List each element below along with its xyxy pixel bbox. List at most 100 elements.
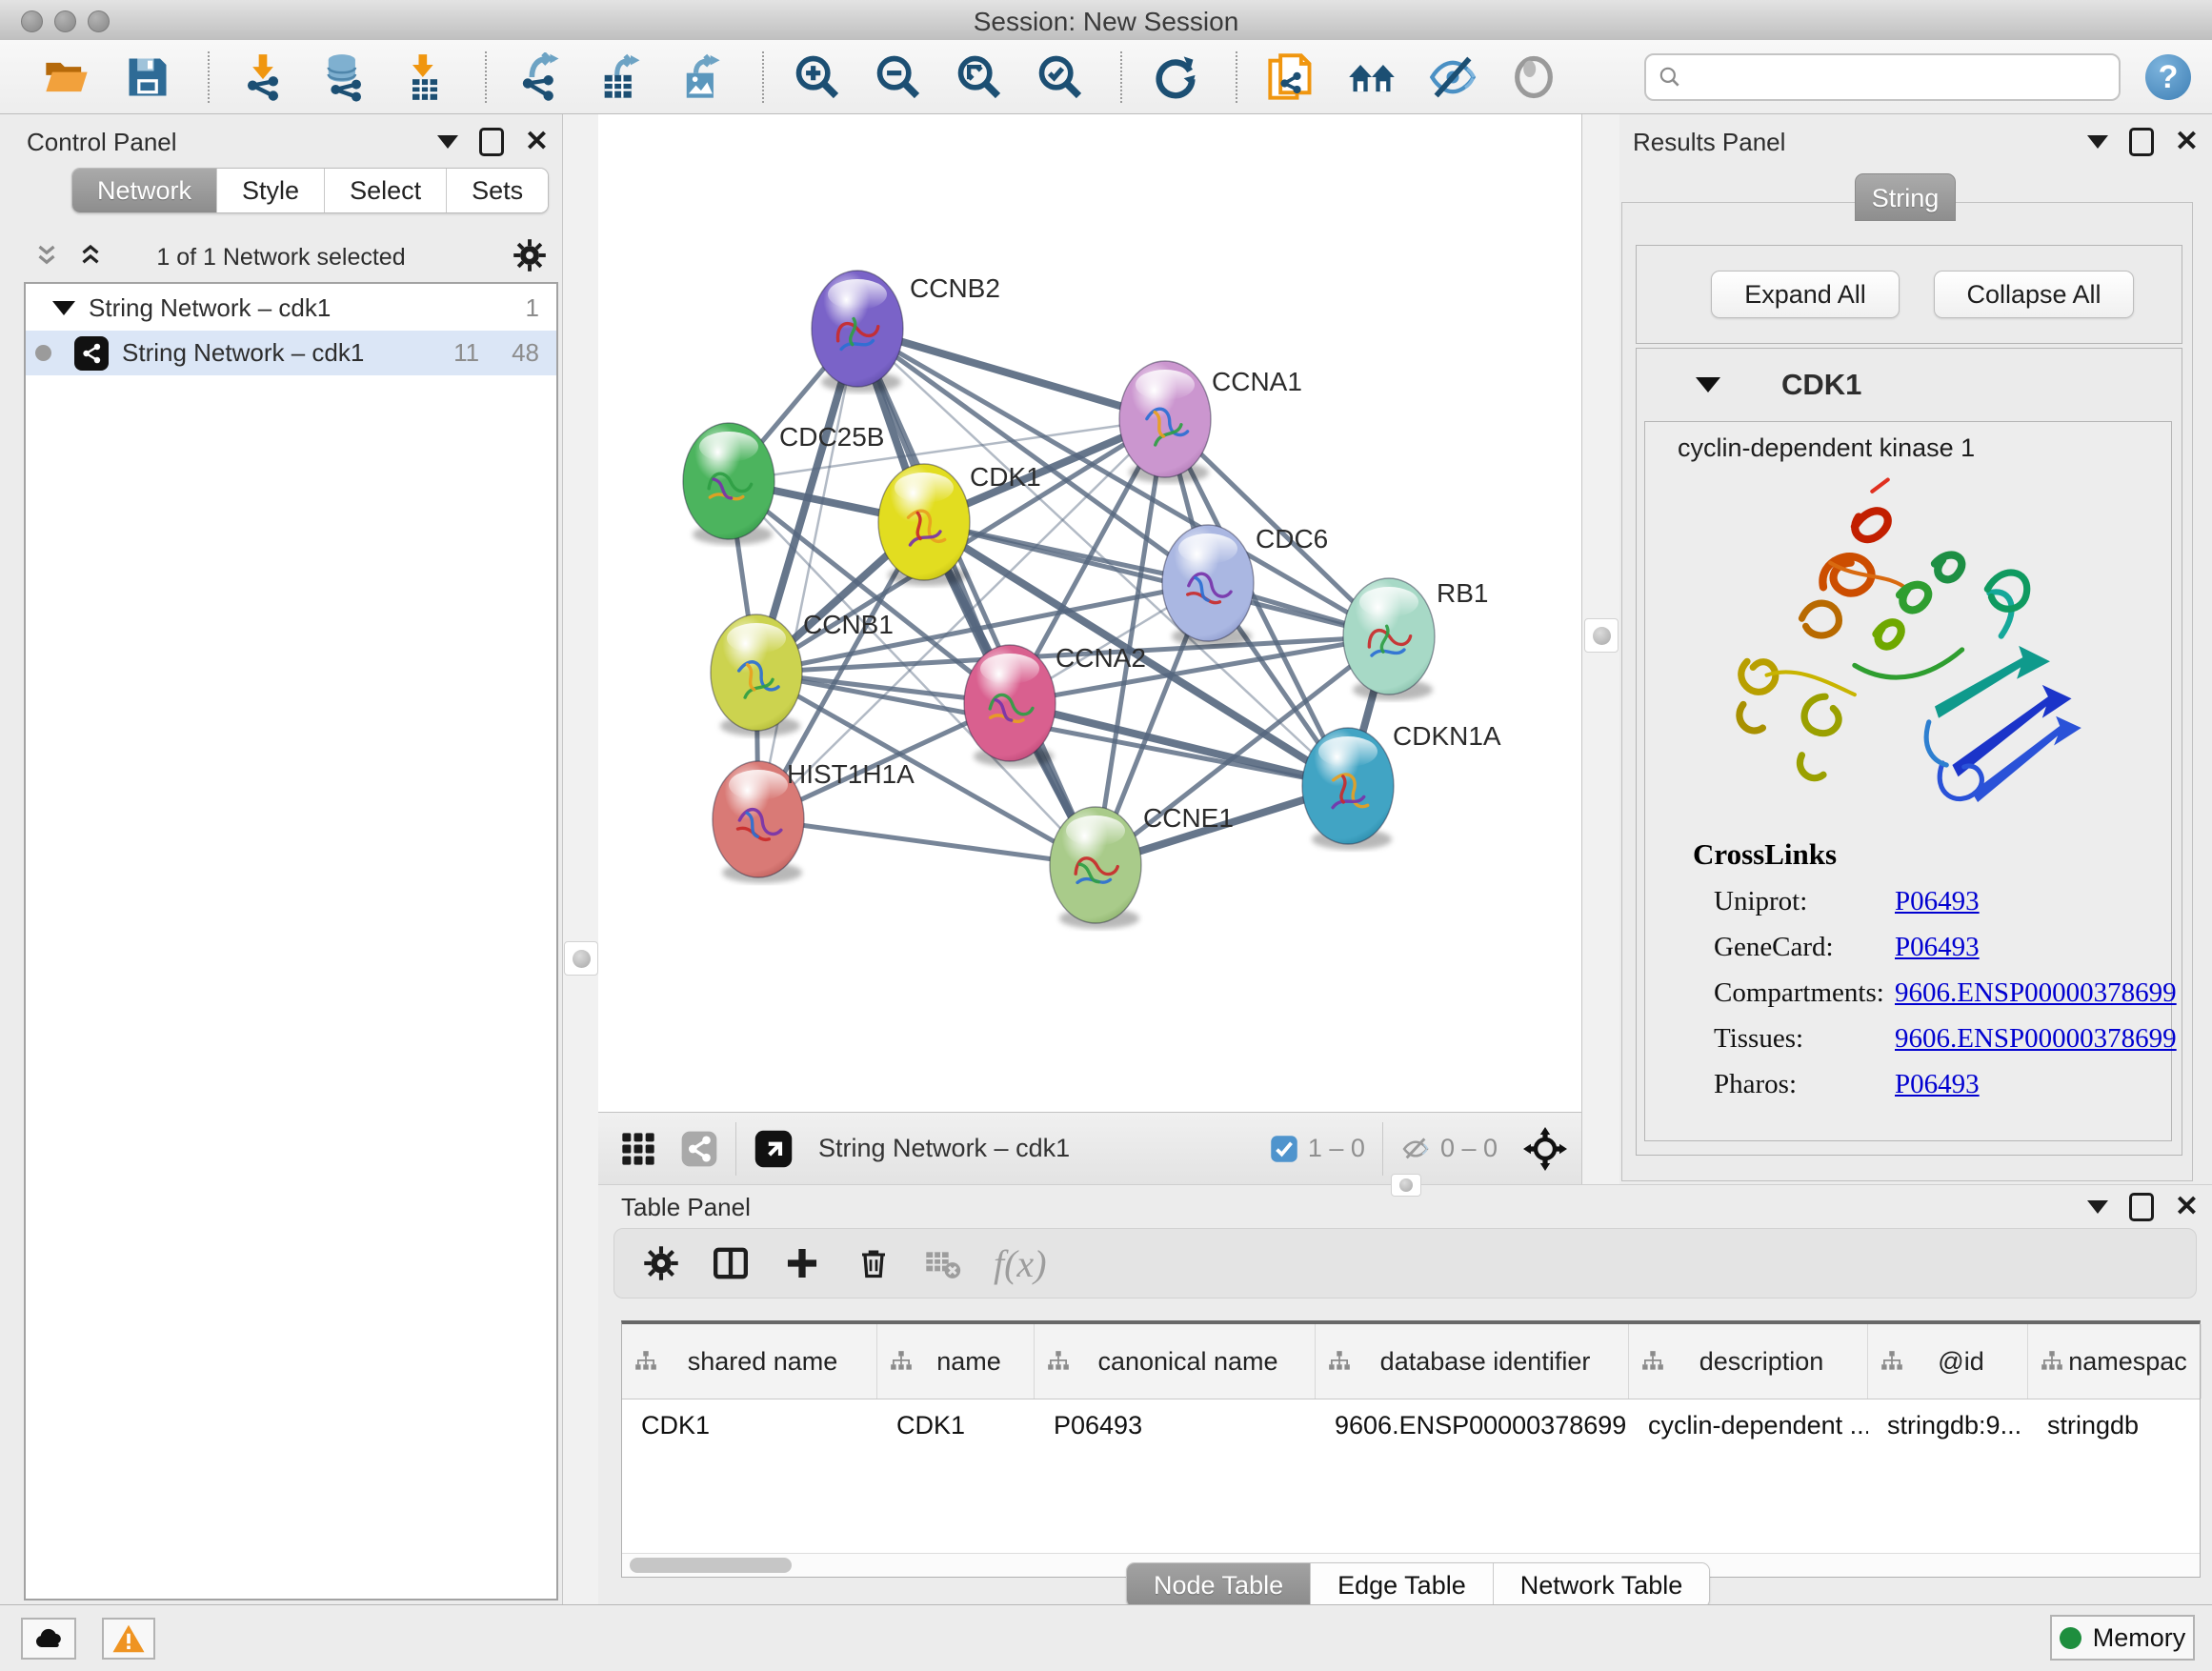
network-edge-CCNB2-HIST1H1A[interactable] <box>758 329 857 819</box>
table-cell[interactable]: CDK1 <box>877 1411 1035 1440</box>
network-node-CDKN1A[interactable] <box>1302 728 1394 850</box>
column-label: database identifier <box>1354 1347 1591 1377</box>
control-panel-float-icon[interactable] <box>479 128 504 156</box>
network-node-CCNB1[interactable] <box>711 614 802 736</box>
network-list-header: 1 of 1 Network selected <box>0 236 562 278</box>
entry-collapse-caret-icon[interactable] <box>1696 377 1720 393</box>
results-panel-close-icon[interactable]: ✕ <box>2175 131 2199 153</box>
crosslink-value-link[interactable]: P06493 <box>1895 1069 1980 1100</box>
tab-string[interactable]: String <box>1855 173 1956 221</box>
export-table-icon[interactable] <box>596 52 646 102</box>
network-node-CDC25B[interactable] <box>683 423 774 545</box>
table-splitter-handle[interactable] <box>1391 1174 1421 1197</box>
column-header-description[interactable]: description <box>1629 1324 1868 1399</box>
column-header-database-identifier[interactable]: database identifier <box>1316 1324 1629 1399</box>
network-node-CCNA1[interactable] <box>1119 361 1211 483</box>
column-header-at-id[interactable]: @id <box>1868 1324 2028 1399</box>
tab-sets[interactable]: Sets <box>447 169 548 212</box>
crosslink-value-link[interactable]: P06493 <box>1895 932 1980 963</box>
tab-node-table[interactable]: Node Table <box>1127 1563 1311 1607</box>
fit-selected-crosshair-icon[interactable] <box>1522 1126 1568 1172</box>
birds-eye-view-icon[interactable] <box>680 1130 718 1168</box>
tab-network[interactable]: Network <box>72 169 217 212</box>
control-panel-collapse-icon[interactable] <box>437 135 458 149</box>
collapse-all-button[interactable]: Collapse All <box>1934 271 2134 318</box>
hide-selected-icon[interactable] <box>1428 52 1478 102</box>
right-splitter-handle[interactable] <box>1584 618 1619 653</box>
table-options-gear-icon[interactable] <box>643 1245 679 1281</box>
network-node-CCNB2[interactable] <box>812 271 903 393</box>
table-cell[interactable]: P06493 <box>1035 1411 1316 1440</box>
open-external-icon[interactable] <box>754 1129 794 1169</box>
table-cell[interactable]: stringdb <box>2028 1411 2202 1440</box>
crosslink-value-link[interactable]: 9606.ENSP00000378699 <box>1895 977 2177 1009</box>
warnings-button[interactable] <box>102 1618 155 1660</box>
search-field[interactable] <box>1644 53 2121 101</box>
results-panel-float-icon[interactable] <box>2129 128 2154 156</box>
export-image-icon[interactable] <box>677 52 727 102</box>
expand-all-button[interactable]: Expand All <box>1711 271 1900 318</box>
network-node-CCNE1[interactable] <box>1050 807 1141 929</box>
memory-button[interactable]: Memory <box>2050 1615 2195 1661</box>
control-panel-title: Control Panel <box>27 128 177 157</box>
cloud-button[interactable] <box>21 1618 76 1660</box>
table-panel-float-icon[interactable] <box>2129 1193 2154 1221</box>
import-network-file-icon[interactable] <box>238 52 288 102</box>
left-splitter[interactable] <box>562 114 600 1604</box>
zoom-selected-icon[interactable] <box>1036 52 1085 102</box>
grid-view-icon[interactable] <box>619 1130 657 1168</box>
zoom-out-icon[interactable] <box>874 52 923 102</box>
show-columns-icon[interactable] <box>712 1244 750 1282</box>
network-edge-HIST1H1A-CCNE1[interactable] <box>758 819 1096 865</box>
results-panel-collapse-icon[interactable] <box>2087 135 2108 149</box>
network-node-RB1[interactable] <box>1343 578 1435 700</box>
string-home-icon[interactable] <box>1347 52 1397 102</box>
column-header-shared-name[interactable]: shared name <box>622 1324 877 1399</box>
tab-style[interactable]: Style <box>217 169 325 212</box>
network-options-gear-icon[interactable] <box>513 238 547 272</box>
table-row[interactable]: CDK1CDK1P064939606.ENSP00000378699cyclin… <box>622 1399 2200 1451</box>
tab-edge-table[interactable]: Edge Table <box>1311 1563 1494 1607</box>
left-splitter-handle[interactable] <box>564 941 598 976</box>
crosslink-value-link[interactable]: 9606.ENSP00000378699 <box>1895 1023 2177 1055</box>
table-panel-collapse-icon[interactable] <box>2087 1200 2108 1214</box>
right-splitter[interactable] <box>1581 114 1621 1184</box>
tab-network-table[interactable]: Network Table <box>1494 1563 1710 1607</box>
add-column-icon[interactable] <box>784 1245 820 1281</box>
zoom-fit-icon[interactable] <box>955 52 1004 102</box>
table-cell[interactable]: stringdb:9... <box>1868 1411 2028 1440</box>
network-canvas[interactable]: CCNB2CCNA1CDC25BCDK1CDC6RB1CCNB1CCNA2CDK… <box>598 114 1581 1112</box>
crosslink-label: Pharos: <box>1714 1069 1895 1100</box>
network-edge-CCNB2-CCNA1[interactable] <box>857 329 1165 419</box>
open-in-string-icon[interactable] <box>1266 52 1316 102</box>
table-cell[interactable]: 9606.ENSP00000378699 <box>1316 1411 1629 1440</box>
save-session-icon[interactable] <box>123 52 172 102</box>
network-row-selected[interactable]: String Network – cdk1 11 48 <box>26 331 556 375</box>
import-network-database-icon[interactable] <box>319 52 369 102</box>
scrollbar-thumb[interactable] <box>630 1558 792 1573</box>
table-panel-close-icon[interactable]: ✕ <box>2175 1196 2199 1218</box>
import-table-file-icon[interactable] <box>400 52 450 102</box>
table-cell[interactable]: cyclin-dependent ... <box>1629 1411 1868 1440</box>
column-header-name[interactable]: name <box>877 1324 1035 1399</box>
hidden-eye-slash-icon[interactable] <box>1400 1134 1431 1164</box>
zoom-in-icon[interactable] <box>793 52 842 102</box>
open-session-icon[interactable] <box>42 52 91 102</box>
crosslink-value-link[interactable]: P06493 <box>1895 886 1980 917</box>
selected-nodes-checkbox-icon[interactable] <box>1270 1135 1298 1163</box>
help-button[interactable]: ? <box>2145 54 2191 100</box>
search-input[interactable] <box>1690 58 2119 96</box>
control-panel-close-icon[interactable]: ✕ <box>525 131 549 153</box>
tree-expand-caret-icon[interactable] <box>52 301 75 315</box>
table-cell[interactable]: CDK1 <box>622 1411 877 1440</box>
column-header-namespac[interactable]: namespac <box>2028 1324 2202 1399</box>
delete-column-icon[interactable] <box>856 1246 891 1280</box>
tab-select[interactable]: Select <box>325 169 447 212</box>
gene-entry-header[interactable]: CDK1 <box>1637 349 2182 421</box>
refresh-icon[interactable] <box>1151 52 1200 102</box>
column-header-canonical-name[interactable]: canonical name <box>1035 1324 1316 1399</box>
export-network-icon[interactable] <box>515 52 565 102</box>
status-bar: Memory <box>0 1604 2212 1671</box>
network-collection-row[interactable]: String Network – cdk1 1 <box>26 286 556 331</box>
show-all-icon[interactable] <box>1509 52 1558 102</box>
